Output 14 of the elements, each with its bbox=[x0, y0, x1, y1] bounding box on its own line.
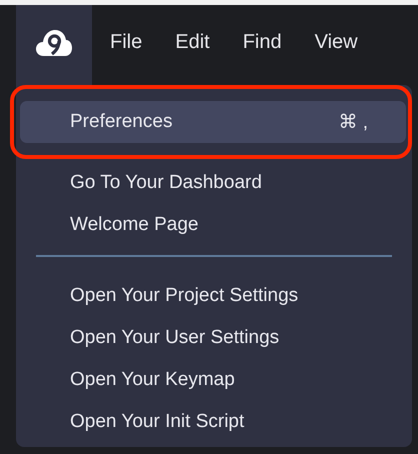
cloud-logo-icon bbox=[35, 29, 73, 57]
shortcut-label: ⌘ , bbox=[338, 111, 368, 134]
menu-item[interactable]: Welcome Page bbox=[20, 204, 406, 246]
menu-item[interactable]: Go To Your Dashboard bbox=[20, 162, 406, 204]
menu-item[interactable]: Preferences ⌘ , bbox=[20, 101, 406, 143]
menu-bar-item[interactable]: Edit bbox=[175, 30, 210, 54]
menu-item[interactable]: Open Your Init Script bbox=[20, 401, 406, 443]
app-menu-button[interactable] bbox=[16, 5, 92, 85]
menu-bar-item[interactable]: View bbox=[314, 30, 358, 54]
menu-item[interactable]: Open Your User Settings bbox=[20, 317, 406, 359]
menu-bar-item[interactable]: Find bbox=[242, 30, 282, 54]
menu-bar-item[interactable]: File bbox=[110, 30, 142, 54]
menu-item[interactable]: Open Your Keymap bbox=[20, 359, 406, 401]
menu-item[interactable]: Open Your Project Settings bbox=[20, 275, 406, 317]
